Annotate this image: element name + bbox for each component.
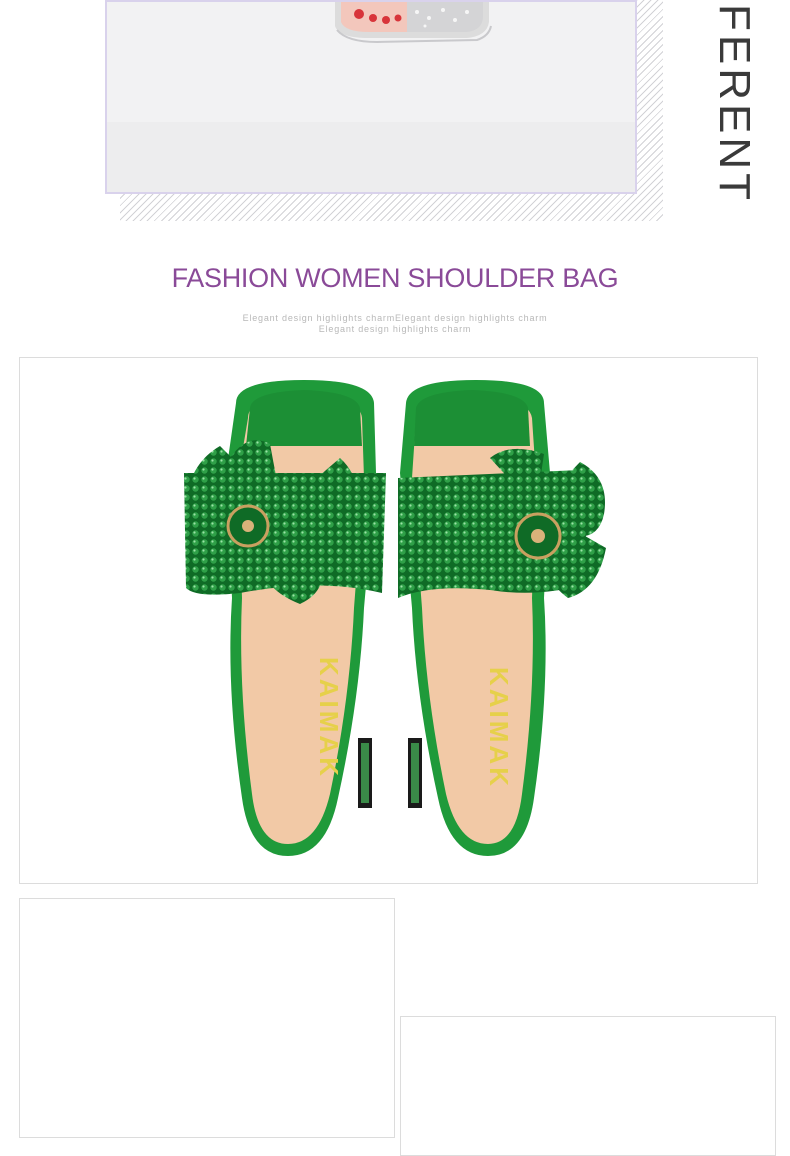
right-insole-brand: KAIMAK <box>484 667 514 789</box>
bottom-left-photo-frame <box>19 898 395 1138</box>
green-sandals-image: KAIMAK KAIMAK <box>20 358 756 882</box>
main-product-photo: KAIMAK KAIMAK <box>19 357 758 884</box>
vertical-accent-word: FERENT <box>710 4 759 204</box>
section-subtitle-line-1: Elegant design highlights charmElegant d… <box>242 313 548 323</box>
silver-sandal-image <box>107 2 635 192</box>
left-insole-brand: KAIMAK <box>314 657 344 779</box>
top-product-photo <box>105 0 637 194</box>
bottom-right-photo-frame <box>400 1016 776 1156</box>
section-title: FASHION WOMEN SHOULDER BAG <box>171 263 619 293</box>
section-subtitle-line-2: Elegant design highlights charm <box>318 324 472 334</box>
